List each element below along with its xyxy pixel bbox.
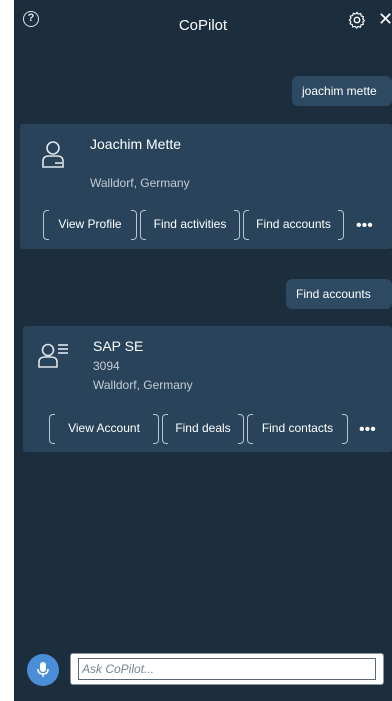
view-account-button[interactable]: View Account: [49, 412, 159, 444]
ask-copilot-container: [70, 653, 384, 685]
gear-icon[interactable]: [348, 11, 366, 29]
view-profile-button[interactable]: View Profile: [43, 208, 137, 240]
card-actions: View Account Find deals Find contacts ••…: [23, 412, 392, 446]
header: ? CoPilot ✕: [14, 0, 392, 48]
account-list-icon: [38, 343, 68, 368]
card-actions: View Profile Find activities Find accoun…: [20, 208, 392, 242]
more-actions-icon[interactable]: •••: [359, 422, 376, 438]
microphone-icon: [37, 662, 49, 677]
card-location: Walldorf, Germany: [90, 176, 190, 190]
panel-title: CoPilot: [178, 17, 228, 34]
find-activities-button[interactable]: Find activities: [140, 208, 240, 240]
copilot-panel: ? CoPilot ✕ joachim mette Joachim Mette …: [14, 0, 392, 701]
more-actions-icon[interactable]: •••: [356, 218, 373, 234]
contact-card: Joachim Mette Walldorf, Germany View Pro…: [20, 124, 392, 249]
card-title[interactable]: SAP SE: [93, 338, 143, 354]
find-accounts-button[interactable]: Find accounts: [243, 208, 344, 240]
microphone-button[interactable]: [27, 654, 59, 686]
person-icon: [42, 141, 64, 168]
user-message-bubble: joachim mette: [292, 76, 392, 106]
ask-copilot-frame: [78, 658, 376, 680]
account-card: SAP SE 3094 Walldorf, Germany View Accou…: [23, 326, 392, 452]
card-title[interactable]: Joachim Mette: [90, 136, 181, 152]
user-message-bubble: Find accounts: [286, 279, 392, 309]
card-location: Walldorf, Germany: [93, 378, 193, 392]
card-id: 3094: [93, 359, 120, 373]
close-icon[interactable]: ✕: [378, 9, 392, 29]
ask-copilot-input[interactable]: [79, 659, 375, 679]
find-deals-button[interactable]: Find deals: [162, 412, 244, 444]
find-contacts-button[interactable]: Find contacts: [247, 412, 348, 444]
